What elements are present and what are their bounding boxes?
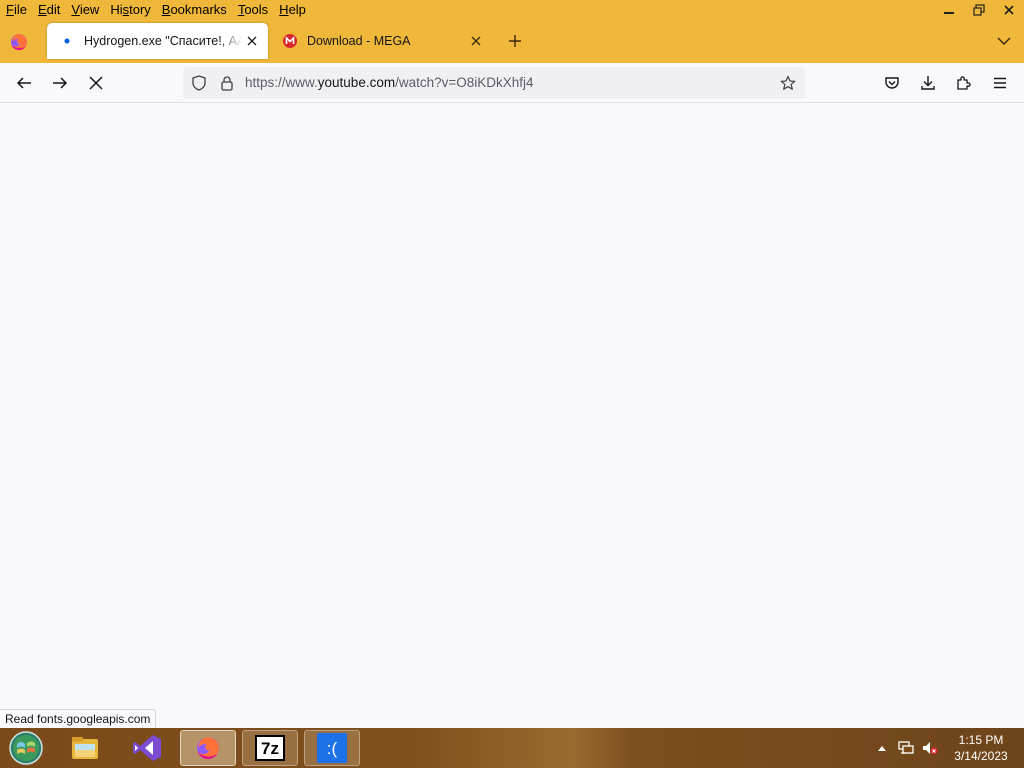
page-content-area[interactable] bbox=[0, 103, 1024, 728]
menu-view[interactable]: View bbox=[65, 0, 104, 20]
taskbar-file-explorer[interactable] bbox=[57, 730, 113, 766]
taskbar-visual-studio[interactable] bbox=[119, 730, 175, 766]
menu-tools[interactable]: Tools bbox=[232, 0, 273, 20]
pocket-button[interactable] bbox=[882, 73, 902, 93]
menu-file[interactable]: File bbox=[0, 0, 32, 20]
restore-button[interactable] bbox=[964, 0, 994, 20]
app-menu-button[interactable] bbox=[990, 73, 1010, 93]
taskbar-7zip[interactable]: 7z bbox=[242, 730, 298, 766]
new-tab-button[interactable] bbox=[505, 31, 525, 51]
list-all-tabs-button[interactable] bbox=[994, 31, 1014, 51]
puzzle-piece-icon bbox=[957, 76, 971, 90]
download-icon bbox=[921, 76, 935, 90]
windows-taskbar: 7z :( 1:15 PM 3/14/2023 bbox=[0, 728, 1024, 768]
close-icon bbox=[247, 36, 257, 46]
tab-mega[interactable]: Download - MEGA bbox=[270, 23, 492, 59]
browser-title-area: File Edit View History Bookmarks Tools H… bbox=[0, 0, 1024, 63]
stop-loading-button[interactable] bbox=[86, 73, 106, 93]
bsod-app-icon: :( bbox=[317, 733, 347, 763]
forward-button[interactable] bbox=[50, 73, 70, 93]
network-tray-button[interactable] bbox=[896, 738, 916, 758]
minimize-icon bbox=[944, 12, 954, 14]
close-tab-button[interactable] bbox=[244, 33, 260, 49]
close-tab-button[interactable] bbox=[468, 33, 484, 49]
triangle-up-icon bbox=[878, 746, 886, 751]
stop-x-icon bbox=[89, 76, 103, 90]
close-window-button[interactable] bbox=[994, 0, 1024, 20]
downloads-button[interactable] bbox=[918, 73, 938, 93]
close-icon bbox=[1004, 5, 1014, 15]
padlock-icon[interactable] bbox=[219, 75, 235, 91]
tracking-protection-shield-icon[interactable] bbox=[191, 75, 207, 91]
restore-icon bbox=[973, 4, 985, 16]
taskbar-clock[interactable]: 1:15 PM 3/14/2023 bbox=[944, 732, 1018, 764]
arrow-left-icon bbox=[16, 77, 31, 89]
hamburger-menu-icon bbox=[994, 77, 1006, 89]
system-tray bbox=[872, 728, 944, 768]
speaker-muted-icon bbox=[923, 742, 938, 755]
clock-date: 3/14/2023 bbox=[954, 749, 1008, 763]
back-button[interactable] bbox=[14, 73, 34, 93]
navigation-toolbar: https://www.youtube.com/watch?v=O8iKDkXh… bbox=[0, 63, 1024, 103]
tab-title: Download - MEGA bbox=[307, 34, 411, 48]
network-icon bbox=[898, 741, 914, 754]
close-icon bbox=[471, 36, 481, 46]
taskbar-bsod-app[interactable]: :( bbox=[304, 730, 360, 766]
menu-bookmarks[interactable]: Bookmarks bbox=[156, 0, 232, 20]
volume-tray-button[interactable] bbox=[920, 738, 940, 758]
tab-title: Hydrogen.exe "Спасите!, АААААААААА bbox=[84, 34, 242, 48]
plus-icon bbox=[509, 35, 521, 47]
bookmark-star-icon[interactable] bbox=[780, 75, 796, 91]
window-controls bbox=[934, 0, 1024, 20]
show-hidden-icons-button[interactable] bbox=[872, 738, 892, 758]
status-panel: Read fonts.googleapis.com bbox=[0, 709, 157, 729]
firefox-view-icon[interactable] bbox=[8, 31, 30, 53]
tab-hydrogen[interactable]: Hydrogen.exe "Спасите!, АААААААААА bbox=[47, 23, 268, 59]
7zip-icon: 7z bbox=[255, 735, 285, 761]
menu-history[interactable]: History bbox=[104, 0, 155, 20]
firefox-icon bbox=[197, 737, 219, 760]
url-bar[interactable]: https://www.youtube.com/watch?v=O8iKDkXh… bbox=[183, 67, 805, 99]
loading-dot-icon bbox=[59, 33, 75, 49]
menu-edit[interactable]: Edit bbox=[32, 0, 65, 20]
pocket-icon bbox=[885, 77, 899, 89]
arrow-right-icon bbox=[53, 77, 68, 89]
minimize-button[interactable] bbox=[934, 0, 964, 20]
mega-icon bbox=[282, 33, 298, 49]
menu-help[interactable]: Help bbox=[273, 0, 311, 20]
visual-studio-icon bbox=[133, 735, 161, 761]
chevron-down-icon bbox=[997, 37, 1011, 46]
tab-strip: Hydrogen.exe "Спасите!, АААААААААА Downl… bbox=[0, 23, 1024, 59]
clock-time: 1:15 PM bbox=[958, 733, 1004, 747]
extensions-button[interactable] bbox=[954, 73, 974, 93]
url-text[interactable]: https://www.youtube.com/watch?v=O8iKDkXh… bbox=[245, 75, 534, 91]
windows-orb-icon bbox=[9, 731, 43, 765]
menu-bar: File Edit View History Bookmarks Tools H… bbox=[0, 0, 311, 20]
taskbar-firefox[interactable] bbox=[180, 730, 236, 766]
file-explorer-icon bbox=[72, 737, 98, 759]
start-button[interactable] bbox=[6, 730, 46, 766]
